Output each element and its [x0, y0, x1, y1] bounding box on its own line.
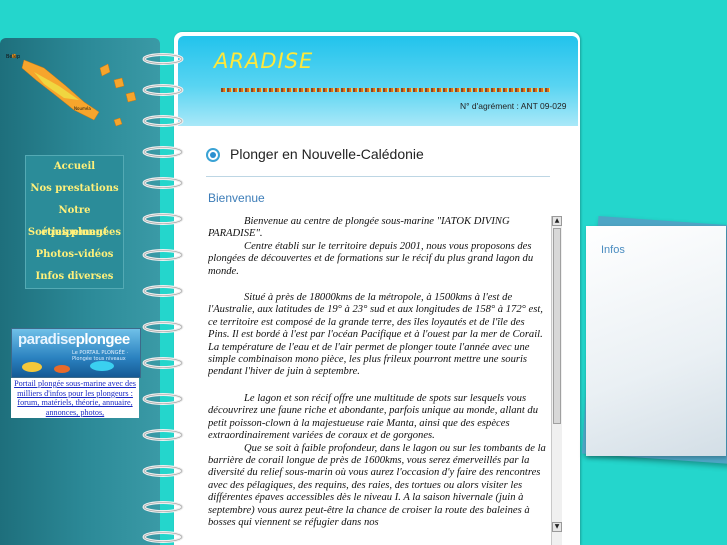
header-divider — [221, 88, 551, 92]
infos-heading: Infos — [601, 244, 625, 256]
content-scrollbar[interactable]: ▲ ▼ — [551, 216, 562, 545]
banner-title: paradiseplongee — [18, 331, 130, 348]
title-divider — [206, 176, 550, 177]
site-logo: ARADISE — [214, 49, 314, 73]
spiral-ring-icon — [142, 501, 184, 513]
spiral-ring-icon — [142, 213, 184, 225]
svg-text:Nouméa: Nouméa — [74, 106, 91, 111]
paragraph: Le lagon et son récif offre une multitud… — [208, 392, 539, 442]
page-title: Plonger en Nouvelle-Calédonie — [230, 146, 424, 162]
banner-fish-image — [22, 361, 114, 373]
paragraph: Centre établi sur le territoire depuis 2… — [208, 240, 534, 277]
main-nav: Accueil Nos prestations Notre équipement… — [25, 155, 124, 289]
scroll-down-icon[interactable]: ▼ — [552, 522, 562, 532]
nav-sorties-plongees[interactable]: Sorties plongées — [26, 222, 123, 244]
spiral-ring-icon — [142, 531, 184, 543]
paragraph: Situé à près de 18000kms de la métropole… — [208, 292, 543, 378]
new-caledonia-map-image: Bélep Nouméa — [6, 53, 137, 127]
spiral-ring-icon — [142, 177, 184, 189]
spiral-ring-icon — [142, 429, 184, 441]
agrement-number: N° d'agrément : ANT 09-029 — [460, 101, 567, 111]
welcome-text[interactable]: Bienvenue au centre de plongée sous-mari… — [208, 216, 548, 545]
spiral-ring-icon — [142, 357, 184, 369]
spiral-ring-icon — [142, 393, 184, 405]
paragraph: Bienvenue au centre de plongée sous-mari… — [208, 216, 510, 240]
radio-bullet-icon — [206, 148, 220, 162]
portal-link[interactable]: Portail plongée sous-marine avec des mil… — [11, 378, 139, 419]
section-heading: Bienvenue — [208, 191, 265, 205]
svg-text:Bélep: Bélep — [6, 53, 20, 60]
spiral-ring-icon — [142, 84, 184, 96]
scroll-thumb[interactable] — [553, 228, 561, 424]
spiral-ring-icon — [142, 285, 184, 297]
paragraph: Que se soit à faible profondeur, dans le… — [208, 442, 546, 528]
nav-infos-diverses[interactable]: Infos diverses — [26, 266, 123, 288]
paradiseplongee-banner[interactable]: paradiseplongee Le PORTAIL PLONGÉE · Plo… — [11, 328, 141, 378]
nav-accueil[interactable]: Accueil — [26, 156, 123, 178]
spiral-ring-icon — [142, 249, 184, 261]
nav-photos-videos[interactable]: Photos-vidéos — [26, 244, 123, 266]
nav-nos-prestations[interactable]: Nos prestations — [26, 178, 123, 200]
spiral-ring-icon — [142, 53, 184, 65]
spiral-ring-icon — [142, 321, 184, 333]
nav-notre-equipement[interactable]: Notre équipement — [26, 200, 123, 238]
infos-sheet — [586, 226, 726, 456]
spiral-ring-icon — [142, 465, 184, 477]
spiral-ring-icon — [142, 115, 184, 127]
scroll-up-icon[interactable]: ▲ — [552, 216, 562, 226]
spiral-ring-icon — [142, 146, 184, 158]
